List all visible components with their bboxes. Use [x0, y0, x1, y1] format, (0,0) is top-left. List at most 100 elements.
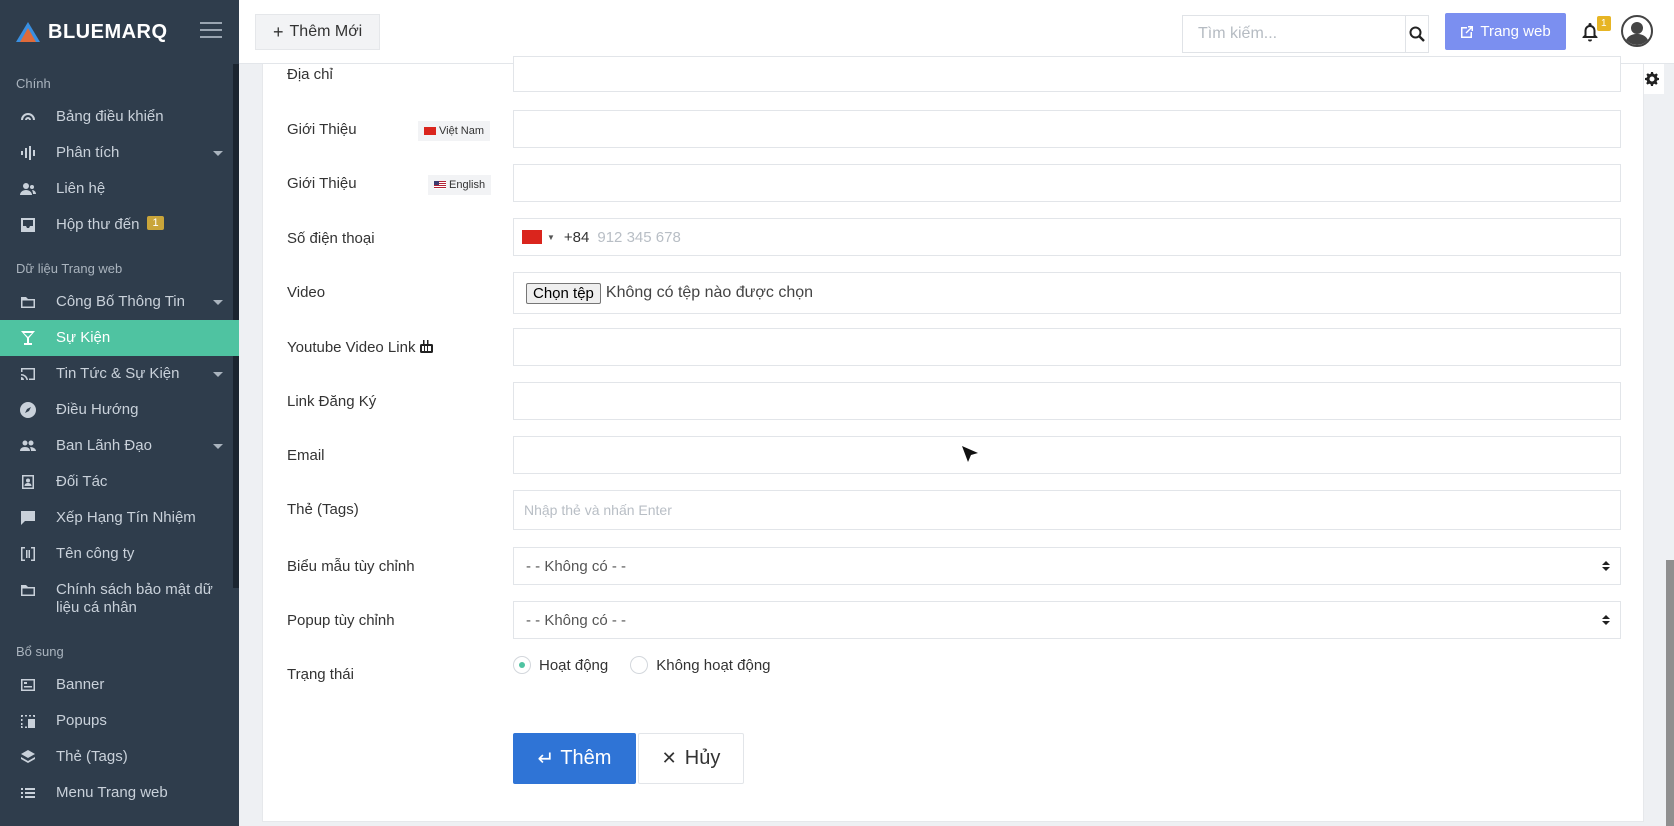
sidebar-item-ratings[interactable]: Xếp Hạng Tín Nhiệm: [0, 500, 239, 536]
youtube-label-text: Youtube Video Link: [287, 339, 416, 356]
status-radio-group: Hoạt động Không hoạt động: [513, 656, 793, 674]
trophy-icon: [18, 329, 38, 347]
custom-popup-select[interactable]: - - Không có - -: [513, 601, 1621, 639]
register-label: Link Đăng Ký: [287, 393, 377, 410]
youtube-icon: [419, 340, 433, 353]
popup-icon: [18, 712, 38, 730]
sidebar-item-privacy[interactable]: Chính sách bảo mật dữ liệu cá nhân: [0, 572, 239, 626]
sidebar-item-disclosure[interactable]: Công Bố Thông Tin: [0, 284, 239, 320]
sidebar-item-tags[interactable]: Thẻ (Tags): [0, 739, 239, 775]
sidebar: BLUEMARQ Chính Bảng điều khiển Phân tích…: [0, 0, 239, 826]
video-file-inner: Chọn tệp Không có tệp nào được chọn: [526, 273, 813, 313]
status-active-option[interactable]: Hoạt động: [513, 656, 608, 674]
menu-toggle-icon[interactable]: [200, 22, 222, 40]
sidebar-item-contacts[interactable]: Liên hệ: [0, 171, 239, 207]
section-extra: Bổ sung: [16, 644, 64, 659]
search-button[interactable]: [1405, 16, 1428, 52]
sidebar-item-popups[interactable]: Popups: [0, 703, 239, 739]
sidebar-item-banner[interactable]: Banner: [0, 667, 239, 703]
page-scrollbar[interactable]: [1666, 560, 1674, 826]
search-box: [1182, 15, 1429, 53]
add-new-label: Thêm Mới: [289, 23, 363, 40]
sidebar-item-label: Liên hệ: [56, 180, 106, 197]
topbar: + Thêm Mới Trang web 1: [239, 0, 1674, 64]
custom-popup-label: Popup tùy chỉnh: [287, 612, 395, 629]
layers-icon: [18, 748, 38, 766]
intro-vn-field[interactable]: [513, 110, 1621, 148]
tags-inner: Nhập thẻ và nhấn Enter: [524, 491, 672, 529]
radio-inactive[interactable]: [630, 656, 649, 674]
sidebar-item-events[interactable]: Sự Kiện: [0, 320, 239, 356]
search-input[interactable]: [1183, 16, 1405, 52]
video-label: Video: [287, 284, 326, 301]
custom-form-label: Biểu mẫu tùy chỉnh: [287, 558, 415, 575]
caret-down-icon[interactable]: ▼: [547, 233, 555, 242]
choose-file-button[interactable]: Chọn tệp: [526, 282, 601, 304]
custom-form-select[interactable]: - - Không có - -: [513, 547, 1621, 585]
sidebar-item-analytics[interactable]: Phân tích: [0, 135, 239, 171]
sidebar-item-label: Menu Trang web: [56, 784, 168, 801]
sidebar-item-label: Tin Tức & Sự Kiện: [56, 365, 180, 382]
cancel-button[interactable]: ✕ Hủy: [638, 733, 744, 784]
chevron-down-icon: [213, 444, 223, 449]
phone-country-code: +84: [563, 228, 590, 246]
sidebar-item-dashboard[interactable]: Bảng điều khiển: [0, 99, 239, 135]
email-label: Email: [287, 447, 325, 464]
rating-icon: [18, 509, 38, 527]
cast-icon: [18, 365, 38, 383]
sidebar-item-web-menu[interactable]: Menu Trang web: [0, 775, 239, 811]
list-icon: [18, 784, 38, 802]
gauge-icon: [18, 108, 38, 126]
tags-input[interactable]: Nhập thẻ và nhấn Enter: [513, 490, 1621, 530]
avatar[interactable]: [1621, 15, 1653, 47]
youtube-field[interactable]: [513, 328, 1621, 366]
sidebar-item-leadership[interactable]: Ban Lãnh Đạo: [0, 428, 239, 464]
submit-button[interactable]: ↵ Thêm: [513, 733, 636, 784]
sidebar-item-inbox[interactable]: Hộp thư đến 1: [0, 207, 239, 243]
banner-icon: [18, 676, 38, 694]
folder-icon: [18, 293, 38, 311]
us-flag-icon: [434, 181, 446, 189]
phone-label: Số điện thoại: [287, 230, 375, 247]
register-link-field[interactable]: [513, 382, 1621, 420]
website-button[interactable]: Trang web: [1445, 13, 1566, 50]
status-inactive-label: Không hoạt động: [656, 656, 771, 674]
add-new-button[interactable]: + Thêm Mới: [255, 14, 381, 50]
sidebar-item-navigation[interactable]: Điều Hướng: [0, 392, 239, 428]
sidebar-item-news[interactable]: Tin Tức & Sự Kiện: [0, 356, 239, 392]
radio-active[interactable]: [513, 656, 531, 674]
sidebar-item-company[interactable]: Tên công ty: [0, 536, 239, 572]
return-arrow-icon: ↵: [537, 748, 555, 770]
email-field[interactable]: [513, 436, 1621, 474]
sidebar-item-label: Popups: [56, 712, 107, 729]
website-label: Trang web: [1480, 23, 1551, 40]
address-field[interactable]: [513, 56, 1621, 92]
sidebar-item-label: Thẻ (Tags): [56, 748, 128, 765]
sidebar-item-label: Bảng điều khiển: [56, 108, 164, 125]
brand-name: BLUEMARQ: [48, 20, 168, 43]
sidebar-item-label: Banner: [56, 676, 105, 693]
phone-field[interactable]: ▼ +84 912 345 678: [513, 218, 1621, 256]
sidebar-item-label: Công Bố Thông Tin: [56, 293, 185, 310]
intro-en-field[interactable]: [513, 164, 1621, 202]
compass-icon: [18, 401, 38, 419]
contact-card-icon: [18, 473, 38, 491]
sidebar-item-label: Đối Tác: [56, 473, 108, 490]
folder-icon: [18, 581, 38, 599]
vietnam-flag-icon[interactable]: [522, 230, 542, 244]
section-main: Chính: [16, 76, 51, 91]
status-label: Trạng thái: [287, 666, 354, 683]
video-file-field: Chọn tệp Không có tệp nào được chọn: [513, 272, 1621, 314]
mouse-cursor-icon: [962, 446, 978, 462]
lang-tag-vn: Việt Nam: [418, 121, 491, 141]
status-inactive-option[interactable]: Không hoạt động: [630, 656, 771, 674]
intro-en-label: Giới Thiệu: [287, 175, 357, 192]
phone-inner: ▼ +84 912 345 678: [522, 219, 681, 255]
sidebar-item-partners[interactable]: Đối Tác: [0, 464, 239, 500]
inbox-badge: 1: [147, 216, 164, 230]
chevron-down-icon: [213, 300, 223, 305]
lang-en-label: English: [449, 179, 486, 191]
search-icon: [1409, 26, 1425, 42]
phone-placeholder: 912 345 678: [597, 228, 681, 246]
custom-popup-value: - - Không có - -: [526, 611, 627, 629]
